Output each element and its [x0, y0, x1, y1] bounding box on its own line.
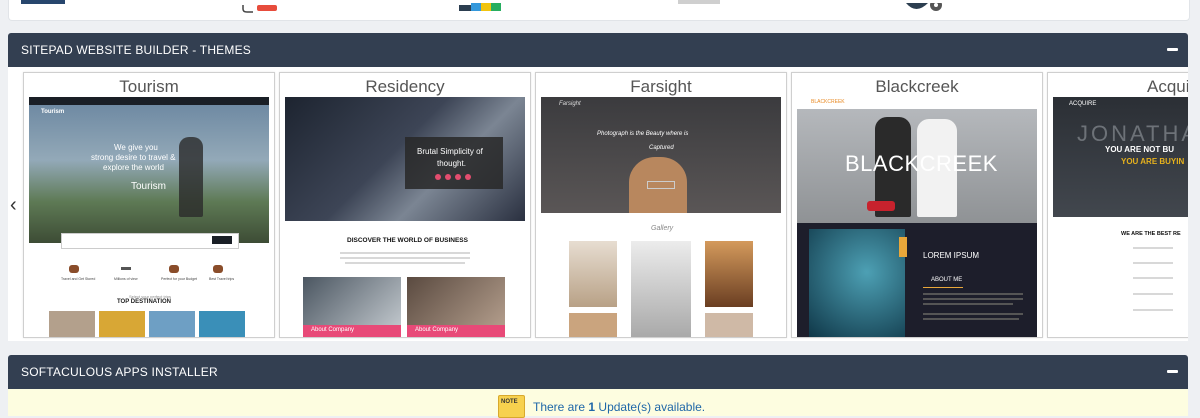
preview-feature-4: Best Travel trips — [209, 277, 235, 281]
theme-name: Acquire — [1147, 77, 1188, 96]
updates-prefix: There are — [533, 400, 586, 414]
theme-card-acquire[interactable]: Acquire ACQUIRE JONATHA YOU ARE NOT BU Y… — [1047, 72, 1188, 338]
settings-gear-icon[interactable] — [902, 0, 948, 11]
theme-preview-blackcreek: BLACKCREEK BLACKCREEK LOREM IPSUM ABOUT … — [797, 97, 1037, 337]
preview-feature-2: Millions of view — [114, 277, 138, 281]
collapse-icon[interactable] — [1167, 370, 1178, 373]
box-icon[interactable] — [678, 0, 720, 4]
preview-headline-2: thought. — [437, 159, 466, 168]
preview-about: ABOUT ME — [931, 277, 963, 283]
preview-headline: Brutal Simplicity of — [417, 147, 483, 156]
preview-logo: Tourism — [41, 109, 65, 115]
preview-card1: About Company — [311, 327, 355, 333]
note-icon: NOTE — [498, 395, 525, 418]
updates-available-link[interactable]: There are 1 Update(s) available. — [533, 400, 705, 414]
softaculous-panel-header[interactable]: SOFTACULOUS APPS INSTALLER — [8, 355, 1188, 389]
top-icon-strip — [8, 0, 1190, 21]
updates-count: 1 — [588, 400, 596, 414]
preview-section: TOP DESTINATION — [117, 299, 172, 305]
preview-tagline1: Photograph is the Beauty where is — [597, 131, 689, 137]
theme-preview-tourism: Tourism We give you strong desire to tra… — [29, 97, 269, 337]
theme-card-blackcreek[interactable]: Blackcreek BLACKCREEK BLACKCREEK LOREM I… — [791, 72, 1043, 338]
theme-name: Tourism — [119, 77, 179, 96]
preview-feature-1: Travel and Get Stored — [61, 277, 96, 281]
preview-logo: Farsight — [559, 101, 581, 107]
theme-preview-acquire: ACQUIRE JONATHA YOU ARE NOT BU YOU ARE B… — [1053, 97, 1188, 337]
theme-preview-residency: Brutal Simplicity of thought. DISCOVER T… — [285, 97, 525, 337]
theme-name: Blackcreek — [875, 77, 959, 96]
preview-section: DISCOVER THE WORLD OF BUSINESS — [347, 237, 468, 244]
collapse-icon[interactable] — [1167, 48, 1178, 51]
preview-line2: strong desire to travel & — [91, 153, 176, 162]
sitepad-panel-header[interactable]: SITEPAD WEBSITE BUILDER - THEMES — [8, 33, 1188, 67]
preview-tagline2: Captured — [649, 145, 674, 151]
dashboard-icon[interactable] — [21, 0, 65, 4]
preview-card2: About Company — [415, 327, 459, 333]
theme-card-tourism[interactable]: Tourism Tourism We give you strong desir… — [23, 72, 275, 338]
themes-carousel: ‹ › Tourism Tourism We give you strong d… — [8, 67, 1188, 341]
theme-card-residency[interactable]: Residency Brutal Simplicity of thought. … — [279, 72, 531, 338]
preview-line3: explore the world — [103, 163, 164, 172]
theme-name: Farsight — [630, 77, 692, 96]
preview-line1: YOU ARE NOT BU — [1105, 145, 1175, 154]
carousel-prev-icon[interactable]: ‹ — [10, 195, 17, 215]
preview-line1: We give you — [114, 143, 158, 152]
preview-hero: Tourism — [131, 181, 167, 192]
preview-logo: ACQUIRE — [1069, 101, 1097, 107]
preview-bg-word: JONATHA — [1077, 121, 1188, 146]
preview-section: WE ARE THE BEST RE — [1121, 231, 1181, 237]
theme-name: Residency — [365, 77, 445, 96]
sitepad-panel-title: SITEPAD WEBSITE BUILDER - THEMES — [21, 43, 251, 57]
softaculous-notice: NOTE There are 1 Update(s) available. — [8, 389, 1188, 418]
theme-card-farsight[interactable]: Farsight Farsight Photograph is the Beau… — [535, 72, 787, 338]
updates-suffix: Update(s) available. — [598, 400, 706, 414]
tags-icon[interactable] — [459, 0, 501, 11]
chat-badge-icon[interactable] — [241, 0, 281, 13]
preview-lorem: LOREM IPSUM — [923, 251, 980, 260]
preview-line2: YOU ARE BUYIN — [1121, 157, 1185, 166]
preview-hero: BLACKCREEK — [845, 151, 998, 176]
preview-gallery: Gallery — [651, 225, 674, 232]
preview-logo: BLACKCREEK — [811, 99, 845, 105]
preview-feature-3: Perfect for your Budget — [161, 277, 197, 281]
softaculous-panel-title: SOFTACULOUS APPS INSTALLER — [21, 365, 218, 379]
theme-preview-farsight: Farsight Photograph is the Beauty where … — [541, 97, 781, 337]
